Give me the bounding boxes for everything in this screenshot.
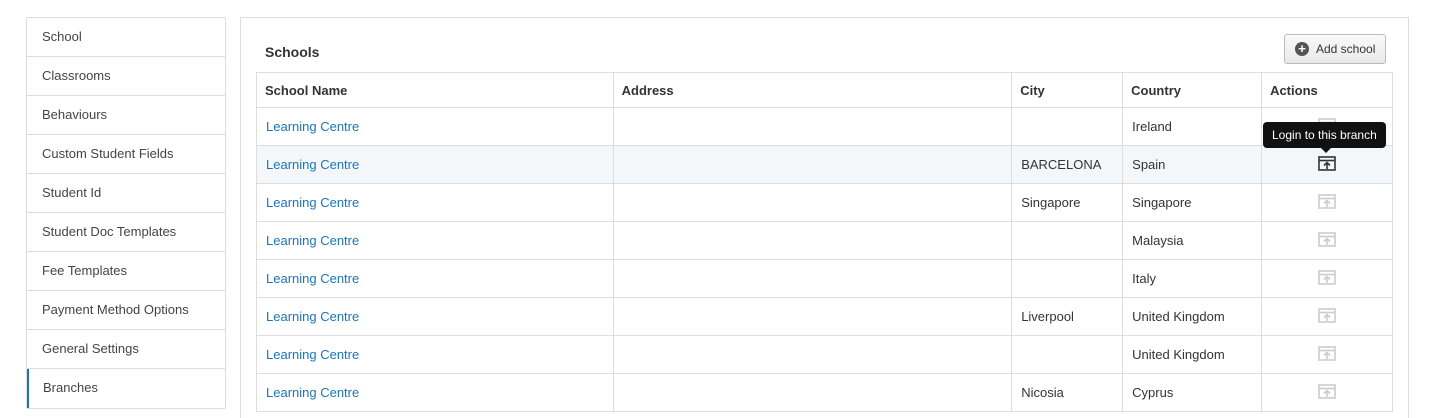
cell-address <box>612 297 1013 336</box>
cell-country: Spain <box>1122 145 1263 184</box>
cell-actions <box>1261 221 1393 260</box>
table-row: Learning Centre Liverpool United Kingdom <box>256 297 1393 336</box>
cell-school-name: Learning Centre <box>256 335 614 374</box>
cell-country: Cyprus <box>1122 373 1263 412</box>
school-name-link[interactable]: Learning Centre <box>266 385 359 400</box>
sidebar-item-branches[interactable]: Branches <box>27 369 225 408</box>
login-branch-icon[interactable] <box>1317 306 1337 327</box>
school-name-link[interactable]: Learning Centre <box>266 157 359 172</box>
sidebar-item-classrooms[interactable]: Classrooms <box>27 57 225 96</box>
cell-city: Singapore <box>1011 183 1124 222</box>
cell-city: BARCELONA <box>1011 145 1124 184</box>
table-row: Learning Centre Italy <box>256 259 1393 298</box>
cell-country: United Kingdom <box>1122 335 1263 374</box>
sidebar-item-school[interactable]: School <box>27 18 225 57</box>
table-row: Learning Centre Nicosia Cyprus <box>256 373 1393 412</box>
cell-city <box>1011 259 1124 298</box>
column-header-actions: Actions <box>1261 72 1393 108</box>
page-title: Schools <box>265 44 320 60</box>
add-school-button[interactable]: + Add school <box>1284 34 1387 64</box>
column-header-address: Address <box>612 72 1013 108</box>
cell-city: Nicosia <box>1011 373 1124 412</box>
cell-city <box>1011 107 1124 146</box>
school-name-link[interactable]: Learning Centre <box>266 309 359 324</box>
cell-school-name: Learning Centre <box>256 259 614 298</box>
table-row: Learning Centre Ireland <box>256 107 1393 146</box>
cell-address <box>612 335 1013 374</box>
sidebar-item-student-id[interactable]: Student Id <box>27 174 225 213</box>
login-branch-icon[interactable] <box>1317 192 1337 213</box>
sidebar-item-payment-method-options[interactable]: Payment Method Options <box>27 291 225 330</box>
table-row: Learning Centre Malaysia <box>256 221 1393 260</box>
cell-actions <box>1261 259 1393 298</box>
cell-city <box>1011 221 1124 260</box>
school-name-link[interactable]: Learning Centre <box>266 195 359 210</box>
login-tooltip: Login to this branch <box>1263 122 1386 153</box>
cell-school-name: Learning Centre <box>256 373 614 412</box>
cell-address <box>612 107 1013 146</box>
column-header-school-name: School Name <box>256 72 614 108</box>
cell-school-name: Learning Centre <box>256 145 614 184</box>
login-branch-icon[interactable] <box>1317 230 1337 251</box>
login-branch-icon[interactable] <box>1317 382 1337 403</box>
cell-address <box>612 259 1013 298</box>
school-name-link[interactable]: Learning Centre <box>266 233 359 248</box>
table-header-row: School Name Address City Country Actions <box>256 72 1393 108</box>
cell-actions <box>1261 335 1393 374</box>
cell-country: Ireland <box>1122 107 1263 146</box>
settings-sidebar: School Classrooms Behaviours Custom Stud… <box>26 17 226 409</box>
login-branch-icon[interactable] <box>1317 154 1337 175</box>
sidebar-item-general-settings[interactable]: General Settings <box>27 330 225 369</box>
sidebar-item-custom-student-fields[interactable]: Custom Student Fields <box>27 135 225 174</box>
table-row: Learning Centre Singapore Singapore <box>256 183 1393 222</box>
cell-school-name: Learning Centre <box>256 107 614 146</box>
school-name-link[interactable]: Learning Centre <box>266 347 359 362</box>
cell-country: Italy <box>1122 259 1263 298</box>
cell-city: Liverpool <box>1011 297 1124 336</box>
cell-address <box>612 145 1013 184</box>
cell-school-name: Learning Centre <box>256 297 614 336</box>
cell-actions <box>1261 373 1393 412</box>
add-school-label: Add school <box>1316 42 1376 56</box>
login-branch-icon[interactable] <box>1317 268 1337 289</box>
cell-actions <box>1261 297 1393 336</box>
cell-address <box>612 221 1013 260</box>
column-header-country: Country <box>1122 72 1263 108</box>
table-row: Learning Centre United Kingdom <box>256 335 1393 374</box>
cell-address <box>612 373 1013 412</box>
cell-country: Singapore <box>1122 183 1263 222</box>
cell-actions <box>1261 183 1393 222</box>
cell-address <box>612 183 1013 222</box>
cell-school-name: Learning Centre <box>256 221 614 260</box>
sidebar-item-behaviours[interactable]: Behaviours <box>27 96 225 135</box>
sidebar-item-student-doc-templates[interactable]: Student Doc Templates <box>27 213 225 252</box>
table-row: Learning Centre BARCELONA Spain <box>256 145 1393 184</box>
plus-circle-icon: + <box>1295 42 1309 56</box>
sidebar-item-fee-templates[interactable]: Fee Templates <box>27 252 225 291</box>
cell-city <box>1011 335 1124 374</box>
login-branch-icon[interactable] <box>1317 344 1337 365</box>
cell-country: United Kingdom <box>1122 297 1263 336</box>
school-name-link[interactable]: Learning Centre <box>266 119 359 134</box>
column-header-city: City <box>1011 72 1124 108</box>
schools-table: School Name Address City Country Actions… <box>256 72 1393 412</box>
cell-school-name: Learning Centre <box>256 183 614 222</box>
school-name-link[interactable]: Learning Centre <box>266 271 359 286</box>
cell-country: Malaysia <box>1122 221 1263 260</box>
